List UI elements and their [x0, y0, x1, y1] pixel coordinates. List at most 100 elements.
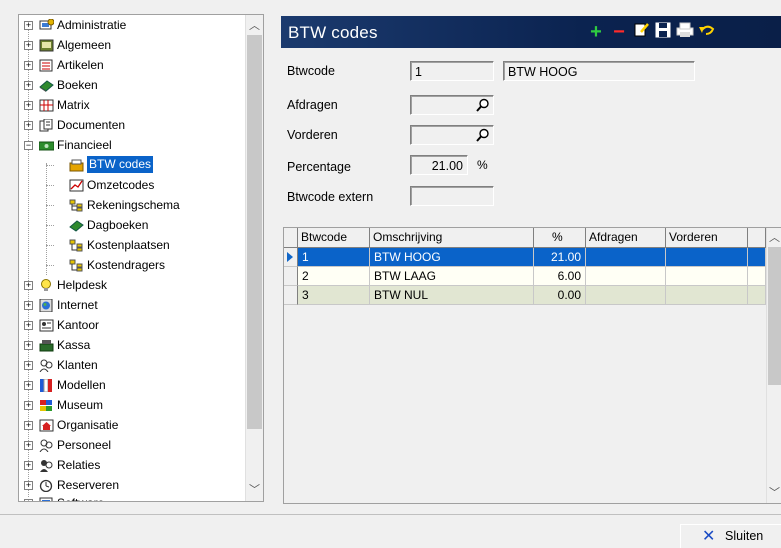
expand-icon[interactable]: +: [24, 401, 33, 410]
tree-item-internet[interactable]: + Internet: [19, 295, 245, 315]
cell-btwcode[interactable]: 3: [298, 286, 370, 305]
cell-afdragen[interactable]: [586, 267, 666, 286]
tree-item-software[interactable]: + Software: [19, 493, 245, 501]
tree-item-reserveren[interactable]: + Reserveren: [19, 475, 245, 495]
magnifier-icon[interactable]: [472, 128, 490, 145]
expand-icon[interactable]: +: [24, 441, 33, 450]
expand-icon[interactable]: +: [24, 381, 33, 390]
expand-icon[interactable]: +: [24, 421, 33, 430]
expand-icon[interactable]: +: [24, 301, 33, 310]
btwcode-field[interactable]: 1: [410, 61, 494, 81]
extern-field[interactable]: [410, 186, 494, 206]
expand-icon[interactable]: +: [24, 81, 33, 90]
close-button[interactable]: ✕ Sluiten: [680, 524, 781, 548]
column-header-btwcode[interactable]: Btwcode: [298, 228, 370, 247]
scroll-up-icon[interactable]: ︿: [767, 230, 781, 246]
vorderen-field[interactable]: [410, 125, 494, 145]
column-header-omschrijving[interactable]: Omschrijving: [370, 228, 534, 247]
cell-vorderen[interactable]: [666, 248, 748, 267]
cell-btwcode[interactable]: 2: [298, 267, 370, 286]
tree-item-helpdesk[interactable]: + Helpdesk: [19, 275, 245, 295]
cell-vorderen[interactable]: [666, 286, 748, 305]
expand-icon[interactable]: +: [24, 321, 33, 330]
cell-afdragen[interactable]: [586, 248, 666, 267]
expand-icon[interactable]: +: [24, 121, 33, 130]
tree-item-kostendragers[interactable]: Kostendragers: [19, 255, 245, 275]
btwcode-value: 1: [415, 65, 422, 79]
expand-icon[interactable]: +: [24, 361, 33, 370]
tree-item-algemeen[interactable]: + Algemeen: [19, 35, 245, 55]
tree-item-boeken[interactable]: + Boeken: [19, 75, 245, 95]
cell-percentage[interactable]: 21.00: [534, 248, 586, 267]
table-row[interactable]: 1 BTW HOOG 21.00: [284, 248, 766, 267]
cell-percentage[interactable]: 0.00: [534, 286, 586, 305]
cell-omschrijving[interactable]: BTW HOOG: [370, 248, 534, 267]
expand-icon[interactable]: +: [24, 101, 33, 110]
column-header-afdragen[interactable]: Afdragen: [586, 228, 666, 247]
expand-icon[interactable]: +: [24, 341, 33, 350]
table-row[interactable]: 2 BTW LAAG 6.00: [284, 267, 766, 286]
afdragen-field[interactable]: [410, 95, 494, 115]
tree-item-label: Artikelen: [57, 58, 104, 72]
btwcode-name-field[interactable]: BTW HOOG: [503, 61, 695, 81]
cell-btwcode[interactable]: 1: [298, 248, 370, 267]
save-icon[interactable]: [653, 22, 673, 42]
tree-item-dagboeken[interactable]: Dagboeken: [19, 215, 245, 235]
collapse-icon[interactable]: −: [24, 141, 33, 150]
tree-item-label: Financieel: [57, 138, 112, 152]
column-header-percentage[interactable]: %: [534, 228, 586, 247]
cell-percentage[interactable]: 6.00: [534, 267, 586, 286]
office-icon: [39, 318, 54, 332]
tree-item-organisatie[interactable]: + Organisatie: [19, 415, 245, 435]
cell-extra: [748, 248, 766, 267]
expand-icon[interactable]: +: [24, 61, 33, 70]
tree-item-kostenplaatsen[interactable]: Kostenplaatsen: [19, 235, 245, 255]
expand-icon[interactable]: +: [24, 21, 33, 30]
tree-item-matrix[interactable]: + Matrix: [19, 95, 245, 115]
grid-scrollbar[interactable]: ︿ ﹀: [766, 228, 781, 503]
cell-vorderen[interactable]: [666, 267, 748, 286]
tree-item-btw-codes[interactable]: BTW codes: [19, 155, 245, 175]
cell-afdragen[interactable]: [586, 286, 666, 305]
tree-item-rekeningschema[interactable]: Rekeningschema: [19, 195, 245, 215]
expand-icon[interactable]: +: [24, 499, 33, 501]
tree-scrollbar[interactable]: ︿ ﹀: [245, 15, 263, 501]
tree-scroll-thumb[interactable]: [247, 35, 262, 429]
tree-item-modellen[interactable]: + Modellen: [19, 375, 245, 395]
minus-icon[interactable]: −: [609, 22, 629, 42]
vat-codes-grid[interactable]: Btwcode Omschrijving % Afdragen Vorderen…: [283, 227, 781, 504]
print-icon[interactable]: [675, 22, 695, 42]
tree-item-personeel[interactable]: + Personeel: [19, 435, 245, 455]
column-header-vorderen[interactable]: Vorderen: [666, 228, 748, 247]
expand-icon[interactable]: +: [24, 461, 33, 470]
tree-item-kantoor[interactable]: + Kantoor: [19, 315, 245, 335]
scroll-up-icon[interactable]: ︿: [246, 18, 263, 34]
tree-item-omzetcodes[interactable]: Omzetcodes: [19, 175, 245, 195]
chart-of-accounts-icon: [69, 198, 84, 212]
expand-icon[interactable]: +: [24, 41, 33, 50]
tree-item-kassa[interactable]: + Kassa: [19, 335, 245, 355]
undo-icon[interactable]: [697, 22, 717, 42]
scroll-down-icon[interactable]: ﹀: [767, 485, 781, 501]
percentage-field[interactable]: 21.00: [410, 155, 468, 175]
edit-icon[interactable]: [631, 22, 651, 42]
tree-item-klanten[interactable]: + Klanten: [19, 355, 245, 375]
percentage-label: Percentage: [287, 160, 351, 174]
plus-icon[interactable]: +: [586, 22, 606, 42]
tree-item-museum[interactable]: + Museum: [19, 395, 245, 415]
cell-omschrijving[interactable]: BTW LAAG: [370, 267, 534, 286]
table-row[interactable]: 3 BTW NUL 0.00: [284, 286, 766, 305]
module-tree[interactable]: + Administratie + Algemeen + Artikelen +…: [18, 14, 264, 502]
tree-item-documenten[interactable]: + Documenten: [19, 115, 245, 135]
tree-item-financieel[interactable]: − Financieel: [19, 135, 245, 155]
grid-scroll-thumb[interactable]: [768, 247, 781, 385]
expand-icon[interactable]: +: [24, 481, 33, 490]
magnifier-icon[interactable]: [472, 98, 490, 115]
expand-icon[interactable]: +: [24, 281, 33, 290]
tree-item-relaties[interactable]: + Relaties: [19, 455, 245, 475]
scroll-down-icon[interactable]: ﹀: [246, 482, 263, 498]
close-button-label: Sluiten: [725, 529, 764, 543]
cell-omschrijving[interactable]: BTW NUL: [370, 286, 534, 305]
tree-item-administratie[interactable]: + Administratie: [19, 15, 245, 35]
tree-item-artikelen[interactable]: + Artikelen: [19, 55, 245, 75]
